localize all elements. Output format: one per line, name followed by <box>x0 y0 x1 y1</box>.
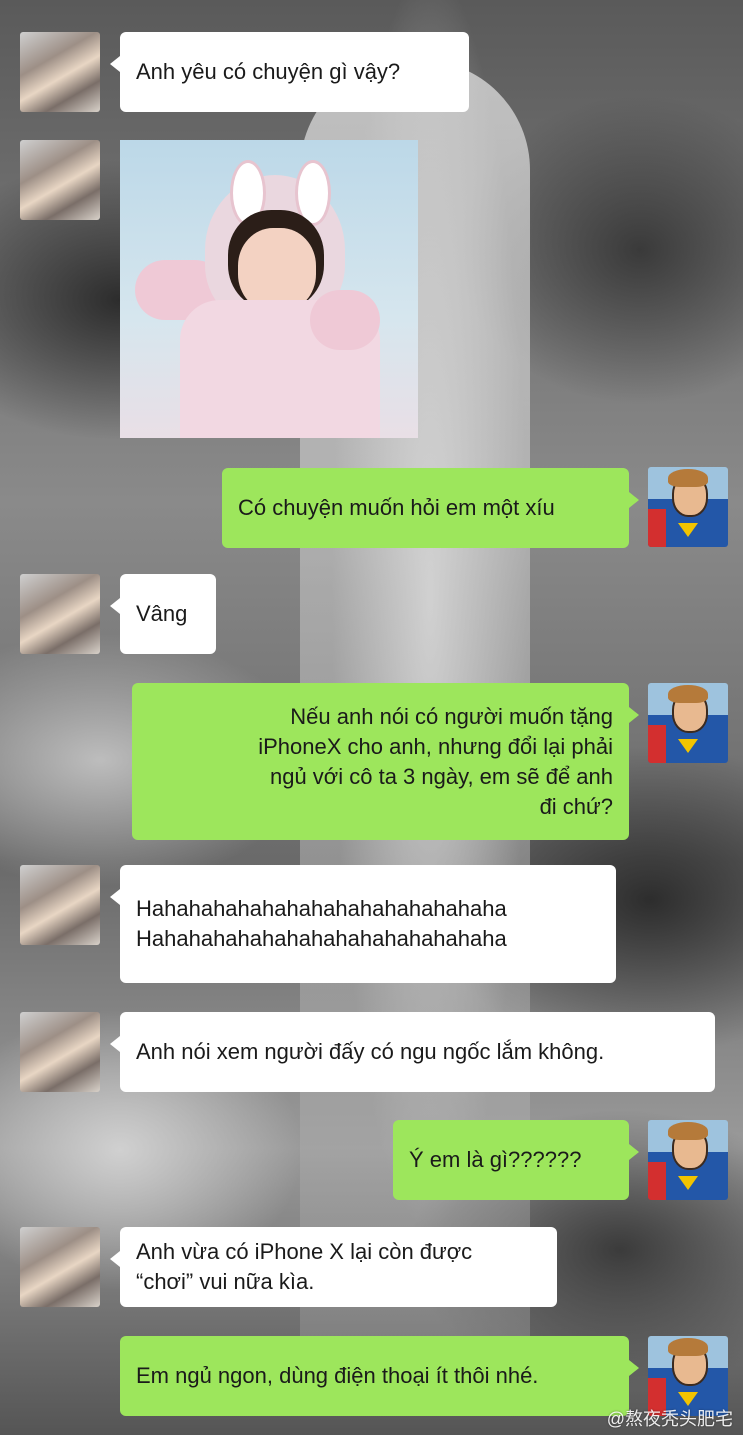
avatar-part <box>668 1338 708 1356</box>
message-text-line: Hahahahahahahahahahahahahahaha <box>136 926 507 951</box>
message-text-block: Nếu anh nói có người muốn tặng iPhoneX c… <box>258 702 613 822</box>
message-text: Vâng <box>136 601 188 626</box>
avatar-part <box>648 725 666 763</box>
message-text: Em ngủ ngon, dùng điện thoại ít thôi nhé… <box>136 1363 539 1388</box>
message-bubble-incoming[interactable]: Hahahahahahahahahahahahahahaha Hahahahah… <box>110 865 616 983</box>
message-text: Có chuyện muốn hỏi em một xíu <box>238 495 555 520</box>
message-text-line: đi chứ? <box>539 793 613 819</box>
avatar-me[interactable] <box>648 467 728 547</box>
message-text: Anh yêu có chuyện gì vậy? <box>136 59 401 84</box>
avatar-her[interactable] <box>20 865 100 945</box>
avatar-me[interactable] <box>648 683 728 763</box>
message-text-line: ngủ với cô ta 3 ngày, em sẽ để anh <box>269 763 613 789</box>
avatar-part <box>648 1162 666 1200</box>
avatar-part <box>678 1176 698 1190</box>
message-bubble-outgoing[interactable]: Em ngủ ngon, dùng điện thoại ít thôi nhé… <box>120 1336 639 1416</box>
avatar-me[interactable] <box>648 1336 728 1416</box>
message-bubble-outgoing[interactable]: Nếu anh nói có người muốn tặng iPhoneX c… <box>132 683 639 840</box>
avatar-her[interactable] <box>20 140 100 220</box>
avatar-part <box>678 523 698 537</box>
message-text-line: Anh vừa có iPhone X lại còn được <box>136 1239 473 1264</box>
message-text-line: iPhoneX cho anh, nhưng đổi lại phải <box>258 733 613 759</box>
message-bubble-outgoing[interactable]: Ý em là gì?????? <box>393 1120 639 1200</box>
message-text-block: Anh vừa có iPhone X lại còn được “chơi” … <box>136 1237 472 1297</box>
avatar-her[interactable] <box>20 574 100 654</box>
message-text-line: Nếu anh nói có người muốn tặng <box>290 703 613 729</box>
image-part <box>310 290 380 350</box>
avatar-her[interactable] <box>20 1012 100 1092</box>
watermark-text: @熬夜秃头肥宅 <box>606 1409 733 1429</box>
message-text-line: Hahahahahahahahahahahahahahaha <box>136 896 507 921</box>
avatar-part <box>678 739 698 753</box>
avatar-part <box>668 1122 708 1140</box>
message-text: Anh nói xem người đấy có ngu ngốc lắm kh… <box>136 1039 605 1064</box>
avatar-part <box>668 469 708 487</box>
message-bubble-incoming[interactable]: Anh nói xem người đấy có ngu ngốc lắm kh… <box>110 1012 715 1092</box>
avatar-me[interactable] <box>648 1120 728 1200</box>
message-bubble-incoming[interactable]: Anh vừa có iPhone X lại còn được “chơi” … <box>110 1227 557 1307</box>
avatar-part <box>668 685 708 703</box>
avatar-her[interactable] <box>20 1227 100 1307</box>
message-text-block: Hahahahahahahahahahahahahahaha Hahahahah… <box>136 894 507 954</box>
avatar-part <box>648 509 666 547</box>
message-bubble-incoming[interactable]: Vâng <box>110 574 216 654</box>
message-bubble-incoming[interactable]: Anh yêu có chuyện gì vậy? <box>110 32 469 112</box>
message-image[interactable] <box>120 140 418 438</box>
message-text: Ý em là gì?????? <box>409 1147 582 1172</box>
message-text-line: “chơi” vui nữa kìa. <box>136 1269 315 1294</box>
avatar-part <box>678 1392 698 1406</box>
avatar-her[interactable] <box>20 32 100 112</box>
message-bubble-outgoing[interactable]: Có chuyện muốn hỏi em một xíu <box>222 468 639 548</box>
